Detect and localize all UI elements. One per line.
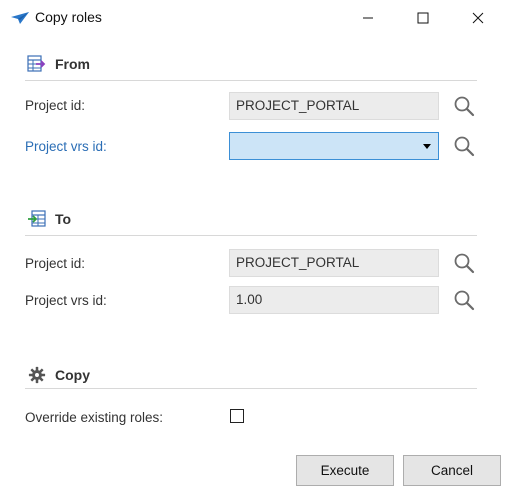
from-project-vrs-label: Project vrs id: xyxy=(25,139,107,154)
from-divider xyxy=(25,80,477,81)
to-project-id-search-icon[interactable] xyxy=(453,252,475,274)
to-project-vrs-label: Project vrs id: xyxy=(25,293,107,308)
minimize-button[interactable] xyxy=(345,0,391,36)
to-divider xyxy=(25,235,477,236)
override-existing-roles-label: Override existing roles: xyxy=(25,410,164,425)
from-project-id-field[interactable]: PROJECT_PORTAL xyxy=(229,92,439,120)
from-project-id-label: Project id: xyxy=(25,98,86,113)
from-project-id-search-icon[interactable] xyxy=(453,95,475,117)
dropdown-arrow-icon[interactable] xyxy=(423,144,431,149)
to-project-vrs-search-icon[interactable] xyxy=(453,289,475,311)
close-icon xyxy=(472,12,484,24)
to-project-vrs-field[interactable]: 1.00 xyxy=(229,286,439,314)
from-project-vrs-search-icon[interactable] xyxy=(453,135,475,157)
to-section-title: To xyxy=(55,211,72,227)
execute-button[interactable]: Execute xyxy=(296,455,394,486)
from-section-title: From xyxy=(55,56,90,72)
window-title: Copy roles xyxy=(35,9,102,25)
override-existing-roles-checkbox[interactable] xyxy=(230,409,244,423)
to-project-id-field[interactable]: PROJECT_PORTAL xyxy=(229,249,439,277)
maximize-button[interactable] xyxy=(400,0,446,36)
copy-section-title: Copy xyxy=(55,367,90,383)
gear-icon xyxy=(28,366,46,384)
table-export-icon xyxy=(28,210,46,227)
maximize-icon xyxy=(417,12,429,24)
copy-divider xyxy=(25,388,477,389)
cancel-button[interactable]: Cancel xyxy=(403,455,501,486)
close-button[interactable] xyxy=(455,0,501,36)
to-project-id-label: Project id: xyxy=(25,256,86,271)
app-icon xyxy=(11,12,29,24)
minimize-icon xyxy=(363,17,373,19)
from-project-vrs-dropdown[interactable] xyxy=(229,132,439,160)
table-import-icon xyxy=(27,55,46,72)
